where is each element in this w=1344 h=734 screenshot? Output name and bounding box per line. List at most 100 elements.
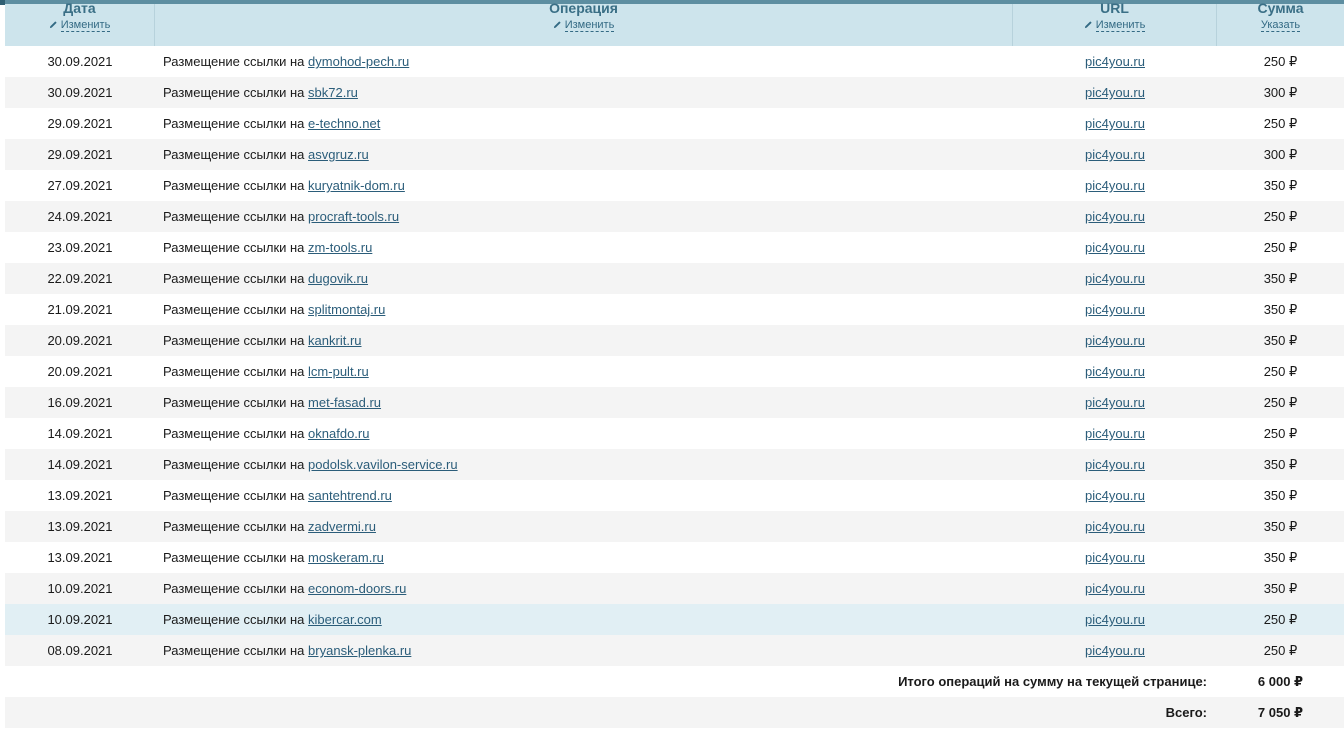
operation-prefix: Размещение ссылки на: [163, 147, 305, 162]
row-date: 16.09.2021: [47, 395, 113, 410]
url-link[interactable]: pic4you.ru: [1085, 116, 1145, 131]
operation-prefix: Размещение ссылки на: [163, 302, 305, 317]
url-link[interactable]: pic4you.ru: [1085, 550, 1145, 565]
url-link[interactable]: pic4you.ru: [1085, 178, 1145, 193]
url-link[interactable]: pic4you.ru: [1085, 457, 1145, 472]
url-link[interactable]: pic4you.ru: [1085, 302, 1145, 317]
row-operation: Размещение ссылки на lcm-pult.ru: [163, 356, 369, 387]
header-url-title: URL: [1100, 0, 1129, 16]
row-date: 29.09.2021: [47, 147, 113, 162]
table-body: 30.09.2021 Размещение ссылки на dymohod-p…: [5, 46, 1344, 666]
operation-site-link[interactable]: podolsk.vavilon-service.ru: [308, 457, 458, 472]
row-date: 13.09.2021: [47, 519, 113, 534]
header-operation: Операция Изменить: [155, 0, 1013, 46]
header-operation-title: Операция: [549, 0, 618, 16]
row-operation: Размещение ссылки на dymohod-pech.ru: [163, 46, 409, 77]
row-url: pic4you.ru: [1013, 449, 1217, 480]
operation-site-link[interactable]: lcm-pult.ru: [308, 364, 369, 379]
operation-site-link[interactable]: kuryatnik-dom.ru: [308, 178, 405, 193]
url-link[interactable]: pic4you.ru: [1085, 395, 1145, 410]
url-link[interactable]: pic4you.ru: [1085, 147, 1145, 162]
page-total-label: Итого операций на сумму на текущей стран…: [898, 674, 1207, 689]
url-link[interactable]: pic4you.ru: [1085, 612, 1145, 627]
operation-prefix: Размещение ссылки на: [163, 643, 305, 658]
operation-site-link[interactable]: moskeram.ru: [308, 550, 384, 565]
row-sum: 250 ₽: [1263, 643, 1298, 658]
row-url: pic4you.ru: [1013, 108, 1217, 139]
row-operation: Размещение ссылки на e-techno.net: [163, 108, 380, 139]
header-sum-title: Сумма: [1257, 0, 1304, 16]
operation-site-link[interactable]: dugovik.ru: [308, 271, 368, 286]
row-operation: Размещение ссылки на met-fasad.ru: [163, 387, 381, 418]
operation-site-link[interactable]: procraft-tools.ru: [308, 209, 399, 224]
row-date: 10.09.2021: [47, 581, 113, 596]
row-date: 30.09.2021: [47, 54, 113, 69]
operation-site-link[interactable]: kankrit.ru: [308, 333, 361, 348]
url-link[interactable]: pic4you.ru: [1085, 519, 1145, 534]
header-sum-set-link[interactable]: Указать: [1260, 19, 1301, 32]
row-sum: 250 ₽: [1263, 54, 1298, 69]
table-row: 27.09.2021 Размещение ссылки на kuryatnik…: [5, 170, 1344, 201]
table-row: 14.09.2021 Размещение ссылки на podolsk.v…: [5, 449, 1344, 480]
row-operation: Размещение ссылки на asvgruz.ru: [163, 139, 369, 170]
operation-site-link[interactable]: econom-doors.ru: [308, 581, 406, 596]
row-url: pic4you.ru: [1013, 139, 1217, 170]
row-url: pic4you.ru: [1013, 418, 1217, 449]
operation-site-link[interactable]: santehtrend.ru: [308, 488, 392, 503]
url-link[interactable]: pic4you.ru: [1085, 581, 1145, 596]
row-operation: Размещение ссылки на santehtrend.ru: [163, 480, 392, 511]
row-operation: Размещение ссылки на sbk72.ru: [163, 77, 358, 108]
operation-site-link[interactable]: kibercar.com: [308, 612, 382, 627]
row-date: 10.09.2021: [47, 612, 113, 627]
operation-site-link[interactable]: splitmontaj.ru: [308, 302, 385, 317]
url-link[interactable]: pic4you.ru: [1085, 426, 1145, 441]
row-date: 29.09.2021: [47, 116, 113, 131]
row-date: 20.09.2021: [47, 333, 113, 348]
header-operation-edit-link[interactable]: Изменить: [564, 19, 615, 32]
operation-site-link[interactable]: oknafdo.ru: [308, 426, 369, 441]
operation-prefix: Размещение ссылки на: [163, 457, 305, 472]
row-sum: 350 ₽: [1263, 302, 1298, 317]
url-link[interactable]: pic4you.ru: [1085, 54, 1145, 69]
operation-site-link[interactable]: asvgruz.ru: [308, 147, 369, 162]
table-row: 22.09.2021 Размещение ссылки на dugovik.r…: [5, 263, 1344, 294]
url-link[interactable]: pic4you.ru: [1085, 271, 1145, 286]
table-row: 23.09.2021 Размещение ссылки на zm-tools.…: [5, 232, 1344, 263]
url-link[interactable]: pic4you.ru: [1085, 209, 1145, 224]
operation-site-link[interactable]: zadvermi.ru: [308, 519, 376, 534]
url-link[interactable]: pic4you.ru: [1085, 333, 1145, 348]
row-sum: 350 ₽: [1263, 178, 1298, 193]
header-url-edit-link[interactable]: Изменить: [1095, 19, 1146, 32]
operation-site-link[interactable]: e-techno.net: [308, 116, 380, 131]
page-total-row: Итого операций на сумму на текущей стран…: [5, 666, 1344, 697]
operation-site-link[interactable]: zm-tools.ru: [308, 240, 372, 255]
row-date: 24.09.2021: [47, 209, 113, 224]
row-operation: Размещение ссылки на dugovik.ru: [163, 263, 368, 294]
url-link[interactable]: pic4you.ru: [1085, 364, 1145, 379]
operation-site-link[interactable]: met-fasad.ru: [308, 395, 381, 410]
table-row: 21.09.2021 Размещение ссылки на splitmont…: [5, 294, 1344, 325]
pencil-icon: [1084, 15, 1096, 32]
url-link[interactable]: pic4you.ru: [1085, 643, 1145, 658]
url-link[interactable]: pic4you.ru: [1085, 488, 1145, 503]
operation-site-link[interactable]: sbk72.ru: [308, 85, 358, 100]
operation-prefix: Размещение ссылки на: [163, 395, 305, 410]
row-url: pic4you.ru: [1013, 480, 1217, 511]
url-link[interactable]: pic4you.ru: [1085, 240, 1145, 255]
url-link[interactable]: pic4you.ru: [1085, 85, 1145, 100]
row-sum: 350 ₽: [1263, 457, 1298, 472]
row-url: pic4you.ru: [1013, 201, 1217, 232]
operation-site-link[interactable]: dymohod-pech.ru: [308, 54, 409, 69]
table-header: Дата Изменить Операция Изменить URL Изме…: [5, 0, 1344, 46]
row-sum: 250 ₽: [1263, 240, 1298, 255]
row-operation: Размещение ссылки на zm-tools.ru: [163, 232, 372, 263]
row-date: 14.09.2021: [47, 457, 113, 472]
row-sum: 350 ₽: [1263, 550, 1298, 565]
operation-prefix: Размещение ссылки на: [163, 178, 305, 193]
header-date-edit-link[interactable]: Изменить: [60, 19, 111, 32]
operation-prefix: Размещение ссылки на: [163, 333, 305, 348]
table-row: 30.09.2021 Размещение ссылки на dymohod-p…: [5, 46, 1344, 77]
row-date: 27.09.2021: [47, 178, 113, 193]
row-url: pic4you.ru: [1013, 542, 1217, 573]
operation-site-link[interactable]: bryansk-plenka.ru: [308, 643, 411, 658]
